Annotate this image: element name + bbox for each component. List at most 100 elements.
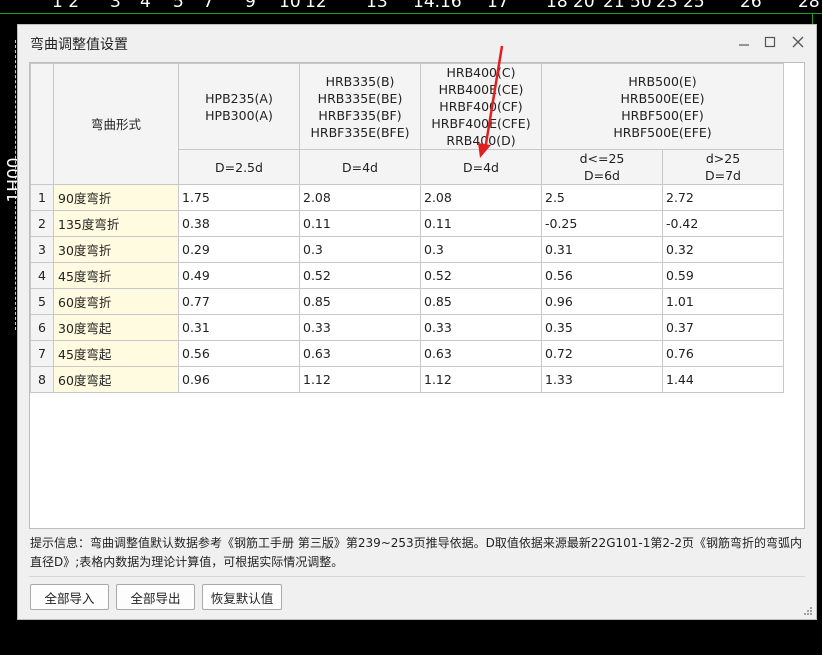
cad-axis-label: 28 — [798, 0, 820, 12]
shape-cell[interactable]: 90度弯折 — [53, 184, 179, 211]
value-cell[interactable]: 0.63 — [299, 340, 421, 367]
subheader-cell: D=2.5d — [178, 149, 300, 185]
close-button[interactable] — [787, 31, 809, 53]
cad-axis-label: 3 — [110, 0, 121, 12]
value-cell[interactable]: 0.77 — [178, 288, 300, 315]
value-cell[interactable]: 0.96 — [178, 366, 300, 393]
value-cell[interactable]: 0.37 — [662, 314, 784, 341]
value-cell[interactable]: 0.35 — [541, 314, 663, 341]
header-group-label: HRB400(C) HRB400E(CE) HRBF400(CF) HRBF40… — [431, 65, 531, 148]
bend-adjust-dialog: 弯曲调整值设置 弯曲形式 HPB235(A) HPB300(A) HRB335(… — [17, 24, 817, 620]
cad-axis-label: 13 — [366, 0, 388, 12]
header-group-hrb400: HRB400(C) HRB400E(CE) HRBF400(CF) HRBF40… — [420, 63, 542, 150]
table-row[interactable]: 7 45度弯起 0.56 0.63 0.63 0.72 0.76 — [30, 340, 784, 367]
import-all-button[interactable]: 全部导入 — [30, 584, 109, 610]
row-number: 8 — [30, 366, 54, 393]
hint-line: 提示信息：弯曲调整值默认数据参考《钢筋工手册 第三版》第239~253页推导依据… — [30, 536, 802, 550]
shape-cell[interactable]: 60度弯折 — [53, 288, 179, 315]
subheader-label: d<=25 D=6d — [579, 151, 625, 183]
subheader-cell: D=4d — [420, 149, 542, 185]
table-row[interactable]: 4 45度弯折 0.49 0.52 0.52 0.56 0.59 — [30, 262, 784, 289]
table-row[interactable]: 3 30度弯折 0.29 0.3 0.3 0.31 0.32 — [30, 236, 784, 263]
value-cell[interactable]: 0.49 — [178, 262, 300, 289]
cad-axis-label: 17 — [487, 0, 509, 12]
value-cell[interactable]: 1.12 — [299, 366, 421, 393]
value-cell[interactable]: 0.85 — [420, 288, 542, 315]
shape-cell[interactable]: 30度弯折 — [53, 236, 179, 263]
cad-axis-label: 25 — [683, 0, 705, 12]
header-group-hpb: HPB235(A) HPB300(A) — [178, 63, 300, 150]
bend-value-table: 弯曲形式 HPB235(A) HPB300(A) HRB335(B) HRB33… — [30, 63, 784, 393]
bend-value-grid: 弯曲形式 HPB235(A) HPB300(A) HRB335(B) HRB33… — [29, 62, 805, 529]
value-cell[interactable]: 0.56 — [178, 340, 300, 367]
resize-grip-icon[interactable] — [803, 606, 813, 616]
subheader-cell: d>25 D=7d — [662, 149, 784, 185]
restore-default-button[interactable]: 恢复默认值 — [202, 584, 282, 610]
value-cell[interactable]: 0.52 — [420, 262, 542, 289]
shape-cell[interactable]: 45度弯起 — [53, 340, 179, 367]
value-cell[interactable]: 0.63 — [420, 340, 542, 367]
table-row[interactable]: 6 30度弯起 0.31 0.33 0.33 0.35 0.37 — [30, 314, 784, 341]
value-cell[interactable]: 1.01 — [662, 288, 784, 315]
value-cell[interactable]: 2.5 — [541, 184, 663, 211]
value-cell[interactable]: 0.76 — [662, 340, 784, 367]
row-number: 1 — [30, 184, 54, 211]
value-cell[interactable]: -0.42 — [662, 210, 784, 237]
value-cell[interactable]: 0.3 — [299, 236, 421, 263]
minimize-button[interactable] — [733, 31, 755, 53]
value-cell[interactable]: 1.12 — [420, 366, 542, 393]
shape-cell[interactable]: 30度弯起 — [53, 314, 179, 341]
value-cell[interactable]: 0.38 — [178, 210, 300, 237]
value-cell[interactable]: 2.72 — [662, 184, 784, 211]
table-row[interactable]: 8 60度弯起 0.96 1.12 1.12 1.33 1.44 — [30, 366, 784, 393]
value-cell[interactable]: 0.11 — [299, 210, 421, 237]
header-group-label: HPB235(A) HPB300(A) — [205, 90, 273, 123]
cad-green-line — [0, 13, 822, 14]
row-number: 7 — [30, 340, 54, 367]
value-cell[interactable]: 0.31 — [178, 314, 300, 341]
value-cell[interactable]: -0.25 — [541, 210, 663, 237]
value-cell[interactable]: 0.31 — [541, 236, 663, 263]
value-cell[interactable]: 0.3 — [420, 236, 542, 263]
hint-text: 提示信息：弯曲调整值默认数据参考《钢筋工手册 第三版》第239~253页推导依据… — [30, 534, 810, 572]
cad-axis-label: 26 — [740, 0, 762, 12]
value-cell[interactable]: 0.33 — [299, 314, 421, 341]
maximize-button[interactable] — [759, 31, 781, 53]
table-row[interactable]: 5 60度弯折 0.77 0.85 0.85 0.96 1.01 — [30, 288, 784, 315]
table-row[interactable]: 1 90度弯折 1.75 2.08 2.08 2.5 2.72 — [30, 184, 784, 211]
table-row[interactable]: 2 135度弯折 0.38 0.11 0.11 -0.25 -0.42 — [30, 210, 784, 237]
shape-cell[interactable]: 135度弯折 — [53, 210, 179, 237]
subheader-label: D=2.5d — [215, 159, 263, 175]
cad-axis-label: 4 — [140, 0, 151, 12]
export-all-button[interactable]: 全部导出 — [116, 584, 195, 610]
table-body: 1 90度弯折 1.75 2.08 2.08 2.5 2.72 2 135度弯折 0.38 0.11… — [30, 184, 784, 393]
header-group-label: HRB500(E) HRB500E(EE) HRBF500(EF) HRBF50… — [613, 73, 712, 140]
shape-cell[interactable]: 45度弯折 — [53, 262, 179, 289]
value-cell[interactable]: 1.44 — [662, 366, 784, 393]
value-cell[interactable]: 0.11 — [420, 210, 542, 237]
value-cell[interactable]: 2.08 — [420, 184, 542, 211]
value-cell[interactable]: 0.33 — [420, 314, 542, 341]
value-cell[interactable]: 0.59 — [662, 262, 784, 289]
value-cell[interactable]: 0.32 — [662, 236, 784, 263]
subheader-cell: D=4d — [299, 149, 421, 185]
subheader-label: D=4d — [342, 159, 378, 175]
value-cell[interactable]: 0.72 — [541, 340, 663, 367]
shape-cell[interactable]: 60度弯起 — [53, 366, 179, 393]
value-cell[interactable]: 1.33 — [541, 366, 663, 393]
value-cell[interactable]: 0.52 — [299, 262, 421, 289]
header-group-hrb500: HRB500(E) HRB500E(EE) HRBF500(EF) HRBF50… — [541, 63, 784, 150]
cad-axis-label: 12 — [305, 0, 327, 12]
value-cell[interactable]: 0.56 — [541, 262, 663, 289]
row-number: 4 — [30, 262, 54, 289]
value-cell[interactable]: 0.29 — [178, 236, 300, 263]
value-cell[interactable]: 0.96 — [541, 288, 663, 315]
value-cell[interactable]: 2.08 — [299, 184, 421, 211]
cad-axis-label: 10 — [279, 0, 301, 12]
row-number: 5 — [30, 288, 54, 315]
dialog-titlebar[interactable]: 弯曲调整值设置 — [18, 25, 816, 59]
value-cell[interactable]: 0.85 — [299, 288, 421, 315]
subheader-label: d>25 D=7d — [705, 151, 741, 183]
value-cell[interactable]: 1.75 — [178, 184, 300, 211]
maximize-icon — [764, 36, 776, 48]
